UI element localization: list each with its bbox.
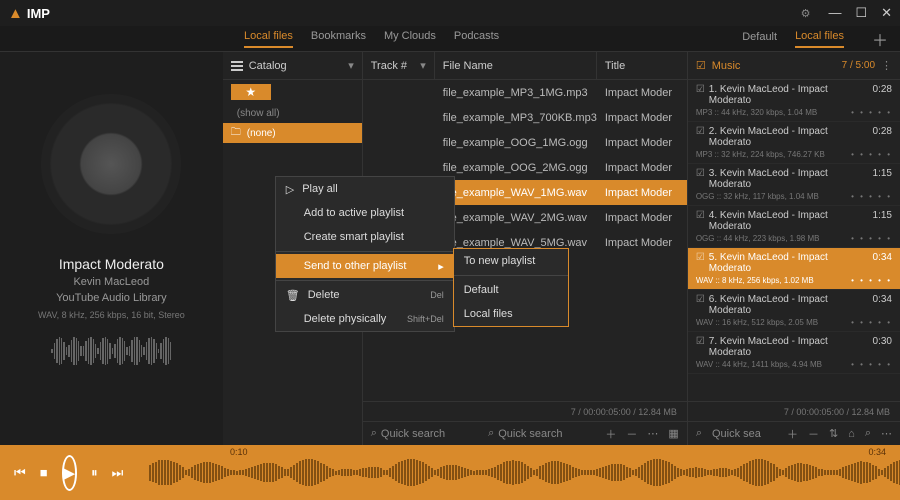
tab-podcasts[interactable]: Podcasts xyxy=(454,30,499,48)
minimize-button[interactable]: — xyxy=(828,5,841,21)
playlist-pane: ☑ Music 7 / 5:00 ⋮ ☑1. Kevin MacLeod - I… xyxy=(687,52,900,445)
trash-icon: 🗑 xyxy=(286,289,300,302)
playlist-status: 7 / 00:00:05:00 / 12.84 MB xyxy=(688,401,900,421)
next-button[interactable]: ⏭ xyxy=(112,465,124,481)
quick-search[interactable]: Quick search xyxy=(498,428,562,440)
close-button[interactable]: ✕ xyxy=(881,5,892,21)
play-icon: ▷ xyxy=(286,183,294,196)
more-icon[interactable]: ⋮ xyxy=(881,59,892,72)
playlist-tab-default[interactable]: Default xyxy=(742,31,777,47)
quick-search-input[interactable]: Quick sea xyxy=(712,428,761,440)
submenu-default[interactable]: Default xyxy=(454,278,568,302)
menu-create-smart[interactable]: Create smart playlist xyxy=(276,225,454,249)
album-art xyxy=(41,94,181,234)
search-icon[interactable]: ⌕ xyxy=(865,427,871,440)
search-icon[interactable]: ⌕ xyxy=(696,427,702,440)
now-playing-title: Impact Moderato xyxy=(59,256,164,272)
menu-add-active[interactable]: Add to active playlist xyxy=(276,201,454,225)
chevron-down-icon: ▾ xyxy=(348,59,354,72)
playlist-header: ☑ Music 7 / 5:00 ⋮ xyxy=(688,52,900,80)
submenu-local-files[interactable]: Local files xyxy=(454,302,568,326)
playlist-item[interactable]: ☑4. Kevin MacLeod - Impact Moderato1:15O… xyxy=(688,206,900,248)
context-menu: ▷Play all Add to active playlist Create … xyxy=(275,176,455,332)
play-position: 0:10 xyxy=(230,447,248,457)
playlist-item[interactable]: ☑2. Kevin MacLeod - Impact Moderato0:28M… xyxy=(688,122,900,164)
tab-local-files[interactable]: Local files xyxy=(244,30,293,48)
quick-search[interactable]: Quick search xyxy=(381,428,445,440)
app-logo: ▲ IMP xyxy=(8,5,50,22)
add-icon[interactable]: ＋ xyxy=(605,426,616,442)
catalog-none[interactable]: 🗀 (none) xyxy=(223,123,362,143)
seek-waveform[interactable] xyxy=(149,458,900,488)
playlist-item[interactable]: ☑5. Kevin MacLeod - Impact Moderato0:34W… xyxy=(688,248,900,290)
playlist-item[interactable]: ☑3. Kevin MacLeod - Impact Moderato1:15O… xyxy=(688,164,900,206)
add-icon[interactable]: ＋ xyxy=(787,426,798,442)
playlist-item[interactable]: ☑6. Kevin MacLeod - Impact Moderato0:34W… xyxy=(688,290,900,332)
grid-icon[interactable]: ▦ xyxy=(668,427,678,440)
menu-send-other[interactable]: Send to other playlist▸ xyxy=(276,254,454,278)
hamburger-icon xyxy=(231,61,243,71)
maximize-button[interactable]: ☐ xyxy=(855,5,867,21)
now-playing-meta: WAV, 8 kHz, 256 kbps, 16 bit, Stereo xyxy=(38,310,185,320)
menu-delete-physically[interactable]: Delete physicallyShift+Del xyxy=(276,307,454,331)
catalog-favorite[interactable]: ★ xyxy=(231,84,271,100)
files-toolbar: ⌕ Quick search ⌕ Quick search ＋ － ⋯ ▦ xyxy=(363,421,687,445)
add-playlist-button[interactable]: ＋ xyxy=(872,27,888,51)
catalog-header[interactable]: Catalog ▾ xyxy=(223,52,362,80)
catalog-column: Catalog ▾ ★ (show all) 🗀 (none) ▷Play al… xyxy=(223,52,363,445)
submenu-new-playlist[interactable]: To new playlist xyxy=(454,249,568,273)
settings-icon[interactable]: ⌂ xyxy=(848,428,855,440)
playlist-item[interactable]: ☑1. Kevin MacLeod - Impact Moderato0:28M… xyxy=(688,80,900,122)
folder-icon: 🗀 xyxy=(231,125,241,142)
catalog-show-all[interactable]: (show all) xyxy=(223,104,362,123)
more-icon[interactable]: ⋯ xyxy=(647,427,658,440)
search-icon[interactable]: ⌕ xyxy=(488,427,494,440)
now-playing-artist: Kevin MacLeod xyxy=(73,276,149,288)
file-row[interactable]: file_example_MP3_700KB.mp3Impact Moder xyxy=(363,105,687,130)
files-status: 7 / 00:00:05:00 / 12.84 MB xyxy=(363,401,687,421)
sidebar: Impact Moderato Kevin MacLeod YouTube Au… xyxy=(0,52,223,445)
chevron-right-icon: ▸ xyxy=(438,260,444,273)
pause-button[interactable]: ⏸ xyxy=(91,465,98,481)
prev-button[interactable]: ⏮ xyxy=(14,465,26,481)
file-row[interactable]: file_example_MP3_1MG.mp3Impact Moder xyxy=(363,80,687,105)
col-header-name[interactable]: File Name xyxy=(435,52,597,79)
settings-icon[interactable]: ⚙ xyxy=(801,7,811,20)
search-icon[interactable]: ⌕ xyxy=(371,427,377,440)
menu-delete[interactable]: 🗑DeleteDel xyxy=(276,283,454,307)
sort-icon[interactable]: ⇅ xyxy=(829,427,838,440)
col-header-title[interactable]: Title xyxy=(597,52,687,79)
stop-button[interactable]: ■ xyxy=(40,465,48,480)
playlist-toolbar: ⌕ Quick sea ＋ － ⇅ ⌂ ⌕ ⋯ xyxy=(688,421,900,445)
remove-icon[interactable]: － xyxy=(626,426,637,442)
play-button[interactable]: ▶ xyxy=(62,455,78,491)
tab-my-clouds[interactable]: My Clouds xyxy=(384,30,436,48)
titlebar: ▲ IMP ⚙ — ☐ ✕ xyxy=(0,0,900,26)
playlist-item[interactable]: ☑7. Kevin MacLeod - Impact Moderato0:30W… xyxy=(688,332,900,374)
tabs-row: Local files Bookmarks My Clouds Podcasts… xyxy=(0,26,900,52)
menu-play-all[interactable]: ▷Play all xyxy=(276,177,454,201)
remove-icon[interactable]: － xyxy=(808,426,819,442)
play-duration: 0:34 xyxy=(868,447,886,457)
tab-bookmarks[interactable]: Bookmarks xyxy=(311,30,366,48)
playlist-tab-local-files[interactable]: Local files xyxy=(795,30,844,48)
logo-icon: ▲ xyxy=(8,5,23,22)
window-controls: — ☐ ✕ xyxy=(828,5,892,21)
submenu-send-playlist: To new playlist Default Local files xyxy=(453,248,569,327)
app-name: IMP xyxy=(27,6,50,21)
file-row[interactable]: file_example_OOG_1MG.oggImpact Moder xyxy=(363,130,687,155)
col-header-track[interactable]: Track #▾ xyxy=(363,52,435,79)
more-icon[interactable]: ⋯ xyxy=(881,427,892,440)
now-playing-album: YouTube Audio Library xyxy=(56,292,167,304)
playbar: 0:10 0:34 ⏮ ■ ▶ ⏸ ⏭ xyxy=(0,445,900,500)
visualizer xyxy=(51,334,171,368)
